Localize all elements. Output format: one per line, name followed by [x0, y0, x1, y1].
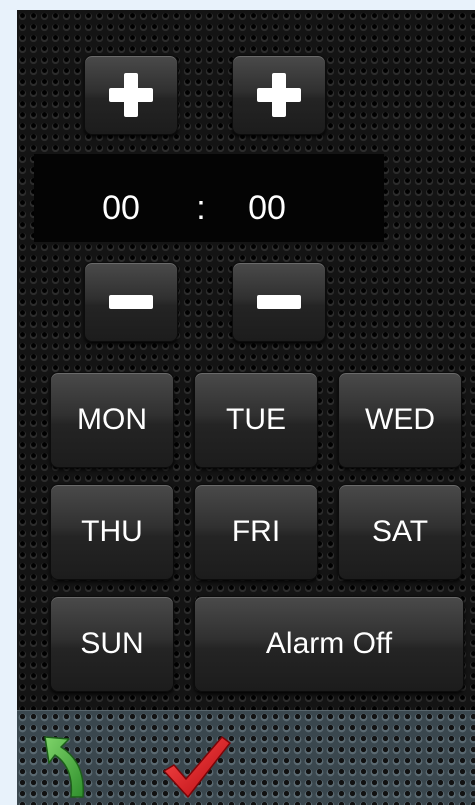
day-button-wed[interactable]: WED: [338, 372, 462, 468]
curved-arrow-back-icon[interactable]: [41, 733, 93, 801]
hour-increment-button[interactable]: [84, 55, 178, 135]
day-button-sun[interactable]: SUN: [50, 596, 174, 692]
hours-value: 00: [102, 189, 140, 227]
day-button-tue[interactable]: TUE: [194, 372, 318, 468]
plus-icon: [109, 73, 153, 117]
checkmark-icon[interactable]: [160, 733, 234, 799]
minutes-value: 00: [248, 189, 286, 227]
day-button-sat[interactable]: SAT: [338, 484, 462, 580]
plus-icon: [257, 73, 301, 117]
day-button-thu[interactable]: THU: [50, 484, 174, 580]
minus-icon: [257, 280, 301, 324]
minute-increment-button[interactable]: [232, 55, 326, 135]
time-separator: :: [196, 189, 206, 227]
day-button-fri[interactable]: FRI: [194, 484, 318, 580]
minus-icon: [109, 280, 153, 324]
minute-decrement-button[interactable]: [232, 262, 326, 342]
alarm-screen: 00 : 00 MON TUE WED THU FRI SAT SUN Alar…: [17, 10, 475, 805]
alarm-toggle-button[interactable]: Alarm Off: [194, 596, 464, 692]
bottom-action-bar: [17, 710, 475, 805]
hour-decrement-button[interactable]: [84, 262, 178, 342]
day-button-mon[interactable]: MON: [50, 372, 174, 468]
